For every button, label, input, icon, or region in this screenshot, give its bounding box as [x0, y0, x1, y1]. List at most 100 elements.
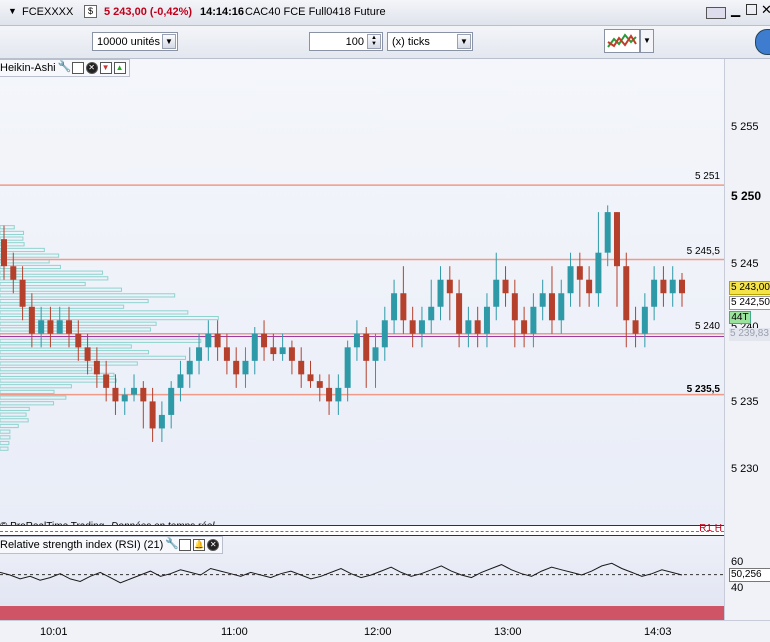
- volume-profile-bar: [0, 350, 150, 355]
- rsi-panel[interactable]: Relative strength index (RSI) (21) 🔧 🔔 ✕: [0, 536, 724, 620]
- quantity-select[interactable]: 10000 unités ▼: [92, 32, 178, 51]
- wrench-icon[interactable]: 🔧: [58, 62, 72, 74]
- candle-body: [84, 347, 91, 361]
- close-icon[interactable]: ✕: [207, 539, 220, 551]
- y-tick: 5 235: [731, 396, 759, 408]
- volume-profile-bar: [0, 338, 202, 343]
- move-up-icon[interactable]: ▲: [113, 62, 126, 74]
- nav-circle-icon[interactable]: [755, 29, 770, 55]
- candle-body: [381, 320, 388, 348]
- candle-body: [140, 387, 147, 402]
- candle-body: [93, 360, 100, 375]
- minimize-icon[interactable]: ▁: [731, 3, 740, 17]
- ticks-unit: (x) ticks: [392, 36, 430, 48]
- ticks-unit-select[interactable]: (x) ticks ▼: [387, 32, 473, 51]
- faded-price-badge: 5 239,83: [729, 328, 770, 341]
- candle-body: [149, 401, 156, 429]
- volume-profile-bar: [0, 253, 60, 258]
- candle-body: [75, 333, 82, 348]
- time-tick: 13:00: [494, 626, 522, 638]
- candle-body: [168, 387, 175, 415]
- candle-body: [233, 360, 240, 375]
- candle-body: [261, 333, 268, 348]
- spinner-icon[interactable]: ▲ ▼: [367, 34, 381, 49]
- candle-body: [400, 293, 407, 321]
- candle-body: [56, 320, 63, 334]
- candle-body: [47, 320, 54, 334]
- last-price-badge: 5 243,00: [729, 281, 770, 295]
- instrument-name[interactable]: FCEXXXX: [22, 6, 73, 18]
- close-icon[interactable]: ✕: [761, 2, 770, 18]
- close-icon[interactable]: ✕: [85, 62, 98, 74]
- dropdown-arrow-icon[interactable]: ▼: [8, 6, 17, 16]
- candle-body: [103, 374, 110, 388]
- maximize-icon[interactable]: [746, 4, 757, 15]
- info-icon[interactable]: $: [84, 5, 97, 18]
- candle-body: [613, 212, 620, 267]
- candle-body: [521, 320, 528, 334]
- y-tick: 5 255: [731, 121, 759, 133]
- candle-body: [158, 414, 165, 429]
- price-2: 5 242,50: [731, 297, 770, 308]
- candle-body: [465, 320, 472, 334]
- ticks-value-input[interactable]: 100 ▲ ▼: [309, 32, 383, 51]
- candle-body: [112, 387, 119, 402]
- volume-profile-bar: [0, 406, 30, 412]
- chart-style-button[interactable]: [604, 29, 640, 53]
- price-axis[interactable]: 5 255 5 250 5 245 5 240 5 235 5 230 5 24…: [724, 59, 770, 525]
- volume-profile-bar: [0, 412, 27, 417]
- candle-body: [586, 279, 593, 294]
- candle-body: [595, 252, 602, 294]
- volume-profile-bar: [0, 401, 55, 406]
- candle-body: [1, 239, 7, 267]
- candle-body: [223, 347, 230, 361]
- r1-dashed-line: [0, 531, 724, 532]
- candle-body: [38, 320, 45, 334]
- window-icon[interactable]: [71, 62, 84, 74]
- candle-body: [604, 212, 611, 253]
- faded-price: 5 239,83: [730, 328, 769, 339]
- candle-body: [131, 387, 138, 395]
- volume-profile-bar: [0, 310, 189, 315]
- panel-separator[interactable]: R1 H: [0, 523, 724, 536]
- chevron-down-icon[interactable]: ▼: [162, 34, 176, 49]
- price-chart-panel[interactable]: Heikin-Ashi 🔧 ✕ ▼ ▲ 5 251 5 245,5 5 240 …: [0, 59, 724, 532]
- time-axis[interactable]: 10:01 11:00 12:00 13:00 14:03: [0, 620, 770, 642]
- candle-body: [428, 306, 435, 321]
- candle-body: [242, 360, 249, 375]
- wrench-icon[interactable]: 🔧: [165, 539, 179, 551]
- indicator-label: Heikin-Ashi: [0, 62, 56, 74]
- rsi-tick: 40: [731, 582, 744, 594]
- volume-profile-bar: [0, 418, 29, 423]
- candle-body: [344, 347, 351, 388]
- candle-body: [288, 347, 295, 361]
- keyboard-icon[interactable]: [706, 7, 726, 19]
- toolbar: 10000 unités ▼ 100 ▲ ▼ (x) ticks ▼ ▼: [0, 26, 770, 59]
- rsi-axis: 60 40 50,256: [724, 536, 770, 606]
- window-icon[interactable]: [179, 539, 192, 551]
- chevron-down-icon[interactable]: ▼: [457, 34, 471, 49]
- level-label-2: 5 245,5: [686, 246, 720, 257]
- candle-body: [679, 279, 685, 294]
- candle-body: [456, 293, 463, 334]
- candle-body: [623, 266, 630, 321]
- indicator-header: Heikin-Ashi 🔧 ✕ ▼ ▲: [0, 59, 130, 77]
- chart-style-icon: [607, 33, 637, 48]
- clock: 14:14:16: [200, 6, 245, 18]
- rsi-value-badge: 50,256: [729, 568, 770, 582]
- bell-icon[interactable]: 🔔: [193, 539, 206, 551]
- rsi-axis-bottom: [724, 606, 770, 620]
- volume-profile-bar: [0, 287, 123, 292]
- candle-body: [558, 293, 565, 321]
- candle-body: [353, 333, 360, 348]
- chart-style-dropdown[interactable]: ▼: [640, 29, 654, 53]
- rsi-header: Relative strength index (RSI) (21) 🔧 🔔 ✕: [0, 536, 224, 554]
- price-2-badge: 5 242,50: [729, 296, 770, 310]
- candle-body: [186, 360, 193, 375]
- price-chart-canvas[interactable]: [0, 59, 724, 525]
- candle-body: [121, 394, 128, 402]
- move-down-icon[interactable]: ▼: [99, 62, 112, 74]
- volume-profile-bar: [0, 440, 10, 446]
- candle-body: [363, 333, 370, 361]
- candle-body: [493, 279, 500, 307]
